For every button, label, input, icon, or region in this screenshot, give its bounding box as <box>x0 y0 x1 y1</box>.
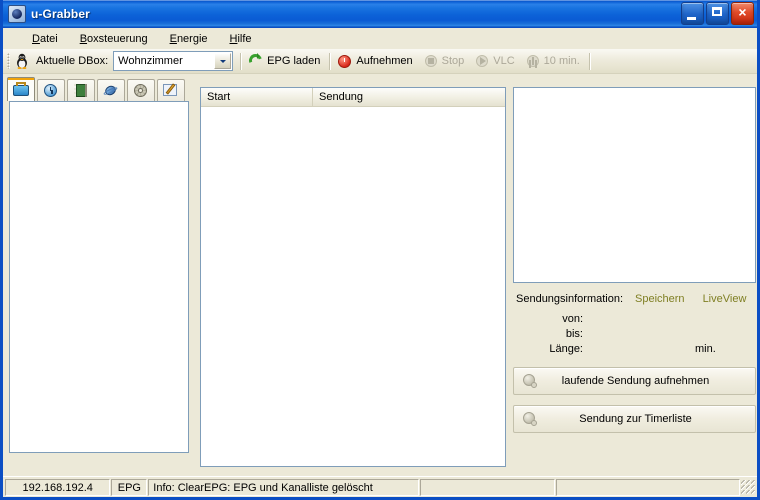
program-list-header: Start Sendung <box>201 88 505 107</box>
refresh-icon <box>248 53 264 69</box>
bis-label: bis: <box>565 327 583 340</box>
status-cell-4 <box>419 478 556 496</box>
toolbar-drag-grip[interactable] <box>7 53 10 69</box>
menu-bar: Datei Boxsteuerung Energie Hilfe <box>3 28 757 49</box>
window-title: u-Grabber <box>31 6 90 21</box>
dbox-label: Aktuelle DBox: <box>36 55 109 67</box>
column-header-sendung[interactable]: Sendung <box>313 88 505 106</box>
info-row-bis: bis: <box>513 326 756 341</box>
menu-boxsteuerung[interactable]: Boxsteuerung <box>69 31 159 47</box>
close-button[interactable]: × <box>731 2 754 25</box>
laenge-label: Länge: <box>549 342 583 355</box>
status-cell-5 <box>556 478 740 496</box>
menu-boxsteuerung-mnemonic: B <box>79 32 88 45</box>
vlc-button: VLC <box>470 50 520 72</box>
status-mode: EPG <box>111 478 148 496</box>
film-strip-icon <box>73 83 89 98</box>
program-info-panel: Sendungsinformation: Speichern LiveView … <box>513 290 756 355</box>
stop-icon <box>423 53 439 69</box>
preview-pane[interactable] <box>513 87 756 283</box>
dbox-combobox[interactable]: Wohnzimmer <box>113 51 234 71</box>
aufnehmen-label: Aufnehmen <box>356 55 413 67</box>
timer-search-icon <box>522 411 538 427</box>
channel-list[interactable] <box>9 101 189 453</box>
title-bar: u-Grabber × <box>3 0 757 28</box>
close-icon: × <box>738 4 747 20</box>
add-to-timer-label: Sendung zur Timerliste <box>579 413 692 425</box>
epg-laden-button[interactable]: EPG laden <box>244 50 326 72</box>
maximize-button[interactable] <box>706 2 729 25</box>
plus-circle-icon <box>525 53 541 69</box>
record-current-button[interactable]: laufende Sendung aufnehmen <box>513 367 756 395</box>
minimize-button[interactable] <box>681 2 704 25</box>
info-header-row: Sendungsinformation: Speichern LiveView <box>513 290 756 307</box>
liveview-link[interactable]: LiveView <box>703 293 747 305</box>
gear-icon <box>133 83 149 98</box>
window-control-buttons: × <box>681 2 754 25</box>
info-title: Sendungsinformation: <box>516 292 624 305</box>
tab-timer[interactable] <box>37 79 65 101</box>
menu-boxsteuerung-rest: oxsteuerung <box>87 32 148 45</box>
laenge-unit: min. <box>695 342 716 355</box>
status-ip: 192.168.192.4 <box>5 478 111 496</box>
menu-energie[interactable]: Energie <box>159 31 219 47</box>
tv-icon <box>13 82 29 97</box>
status-bar: 192.168.192.4 EPG Info: ClearEPG: EPG un… <box>3 476 757 497</box>
pencil-icon <box>163 83 179 98</box>
info-row-von: von: <box>513 311 756 326</box>
menu-hilfe-rest: ilfe <box>237 32 252 45</box>
app-window-icon <box>8 4 26 23</box>
stop-button: Stop <box>419 50 471 72</box>
menu-datei[interactable]: Datei <box>21 31 69 47</box>
ten-min-label: 10 min. <box>543 55 580 67</box>
tab-tv[interactable] <box>7 77 35 101</box>
ten-min-button: 10 min. <box>521 50 586 72</box>
resize-grip[interactable] <box>741 480 755 494</box>
vlc-label: VLC <box>493 55 515 67</box>
tux-penguin-icon <box>14 53 30 69</box>
add-to-timer-button[interactable]: Sendung zur Timerliste <box>513 405 756 433</box>
aufnehmen-button[interactable]: Aufnehmen <box>333 50 418 72</box>
von-label: von: <box>562 312 583 325</box>
record-current-label: laufende Sendung aufnehmen <box>561 375 710 387</box>
menu-datei-rest: atei <box>39 32 58 45</box>
tab-settings[interactable] <box>127 79 155 101</box>
menu-datei-mnemonic: D <box>32 32 40 45</box>
satellite-icon <box>103 83 119 98</box>
menu-energie-mnemonic: E <box>169 32 177 45</box>
menu-energie-rest: nergie <box>176 32 208 45</box>
toolbar-separator-1 <box>240 52 242 70</box>
stop-label: Stop <box>441 55 465 67</box>
tab-satellite[interactable] <box>97 79 125 101</box>
record-search-icon <box>522 373 538 389</box>
view-tab-strip <box>7 77 187 101</box>
toolbar-separator-2 <box>329 52 331 70</box>
epg-laden-label: EPG laden <box>267 55 321 67</box>
tab-recordings[interactable] <box>67 79 95 101</box>
info-row-laenge: Länge: min. <box>513 341 756 356</box>
status-message: Info: ClearEPG: EPG und Kanalliste gelös… <box>148 478 419 496</box>
main-toolbar: Aktuelle DBox: Wohnzimmer EPG laden Aufn… <box>3 49 757 74</box>
dbox-selected-value: Wohnzimmer <box>118 55 183 67</box>
column-header-start[interactable]: Start <box>201 88 313 106</box>
save-link[interactable]: Speichern <box>635 293 685 305</box>
tab-edit[interactable] <box>157 79 185 101</box>
alarm-clock-icon <box>337 53 353 69</box>
toolbar-separator-3 <box>588 52 590 70</box>
application-window: u-Grabber × Datei Boxsteuerung Energie H… <box>0 0 760 500</box>
menu-hilfe[interactable]: Hilfe <box>219 31 263 47</box>
chevron-down-icon[interactable] <box>214 53 232 69</box>
play-icon <box>474 53 490 69</box>
alarm-clock-icon <box>43 83 59 98</box>
program-list[interactable]: Start Sendung <box>200 87 506 467</box>
